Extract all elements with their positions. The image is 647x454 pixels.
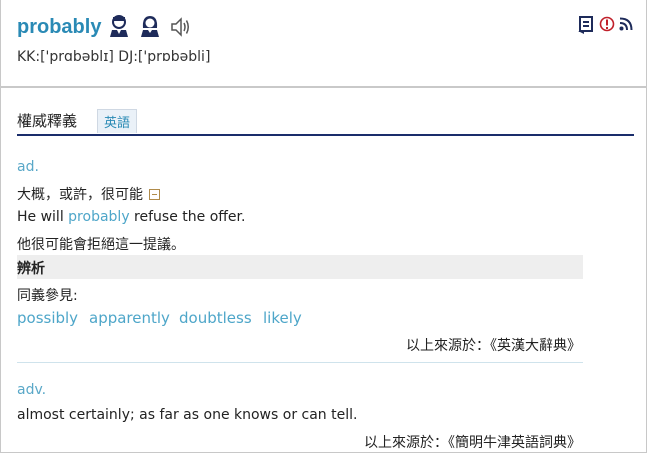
part-of-speech: adv. [17,382,47,398]
tab-section-title: 權威釋義 [17,112,78,130]
collapse-icon[interactable] [149,189,160,200]
wordbook-icon[interactable] [578,16,594,38]
definition: almost certainly; as far as one knows or… [17,407,358,423]
example-highlight: probably [68,209,130,225]
report-icon[interactable] [599,16,615,36]
word-header: probably KK:['prɑbəblɪ] DJ:['prɒbəbli] [0,0,647,88]
rss-icon[interactable] [619,16,633,35]
part-of-speech: ad. [17,159,39,175]
male-voice-icon[interactable] [108,14,130,38]
source-note: 以上來源於：《簡明牛津英語詞典》 [364,435,581,451]
speaker-icon[interactable] [170,16,192,40]
tab-bar: 權威釋義 英語 [17,108,634,136]
headword: probably [17,16,102,38]
synonym-link[interactable]: apparently [89,309,170,327]
synonym-link[interactable]: doubtless [179,309,252,327]
female-voice-icon[interactable] [139,14,161,38]
example-translation: 他很可能會拒絕這一提議。 [17,237,185,253]
phonetic: KK:['prɑbəblɪ] DJ:['prɒbəbli] [17,49,211,65]
synonym-label: 同義參見: [17,288,78,304]
analysis-heading: 辨析 [17,261,45,277]
divider [17,362,583,363]
example-before: He will [17,209,69,225]
synonym-link[interactable]: possibly [17,309,78,327]
source-note: 以上來源於：《英漢大辭典》 [406,338,581,354]
example-after: refuse the offer. [129,209,246,225]
analysis-section: 辨析 [17,255,583,279]
example-sentence: He will probably refuse the offer. [17,209,245,225]
synonym-link[interactable]: likely [263,309,302,327]
tab-english[interactable]: 英語 [97,109,138,133]
definition: 大概，或許，很可能 [17,184,160,204]
definition-text: 大概，或許，很可能 [17,187,143,203]
